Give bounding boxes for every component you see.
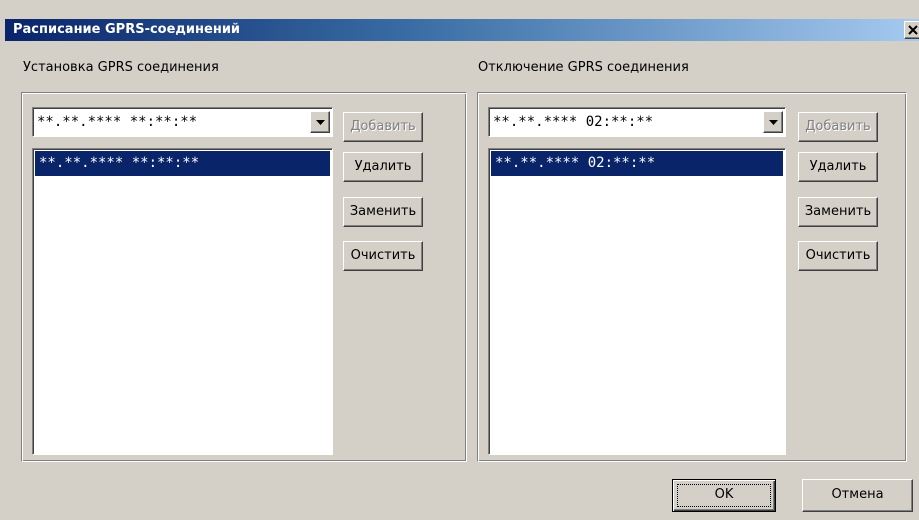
connect-replace-button[interactable]: Заменить <box>343 197 423 227</box>
disconnect-time-combo[interactable]: **.**.**** 02:**:** <box>488 107 786 137</box>
close-icon <box>908 25 918 35</box>
connect-group-label: Установка GPRS соединения <box>23 60 219 75</box>
disconnect-combo-value: **.**.**** 02:**:** <box>493 114 654 130</box>
cancel-button[interactable]: Отмена <box>802 479 913 512</box>
focus-rect <box>677 484 771 507</box>
connect-schedule-list[interactable]: **.**.**** **:**:** <box>32 148 333 455</box>
disconnect-add-button[interactable]: Добавить <box>798 112 878 142</box>
disconnect-replace-button[interactable]: Заменить <box>798 197 878 227</box>
connect-delete-button[interactable]: Удалить <box>343 152 423 182</box>
title-bar[interactable]: Расписание GPRS-соединений <box>5 19 919 41</box>
connect-add-button[interactable]: Добавить <box>343 112 423 142</box>
chevron-down-icon <box>769 120 778 125</box>
disconnect-group-label: Отключение GPRS соединения <box>478 60 689 75</box>
disconnect-delete-button[interactable]: Удалить <box>798 152 878 182</box>
ok-button[interactable]: OK <box>672 479 776 512</box>
disconnect-clear-button[interactable]: Очистить <box>798 241 878 271</box>
list-item-text: **.**.**** 02:**:** <box>495 155 656 171</box>
connect-combo-value: **.**.**** **:**:** <box>37 114 198 130</box>
dialog-window: Расписание GPRS-соединений Установка GPR… <box>0 0 919 520</box>
list-item-text: **.**.**** **:**:** <box>39 155 200 171</box>
close-button[interactable] <box>904 21 919 39</box>
disconnect-schedule-list[interactable]: **.**.**** 02:**:** <box>488 148 786 455</box>
disconnect-combo-dropdown-button[interactable] <box>763 111 783 133</box>
list-item[interactable]: **.**.**** **:**:** <box>35 151 330 176</box>
list-item[interactable]: **.**.**** 02:**:** <box>491 151 783 176</box>
window-title: Расписание GPRS-соединений <box>13 22 241 37</box>
connect-time-combo[interactable]: **.**.**** **:**:** <box>32 107 333 137</box>
connect-combo-dropdown-button[interactable] <box>310 111 330 133</box>
connect-clear-button[interactable]: Очистить <box>343 241 423 271</box>
chevron-down-icon <box>316 120 325 125</box>
